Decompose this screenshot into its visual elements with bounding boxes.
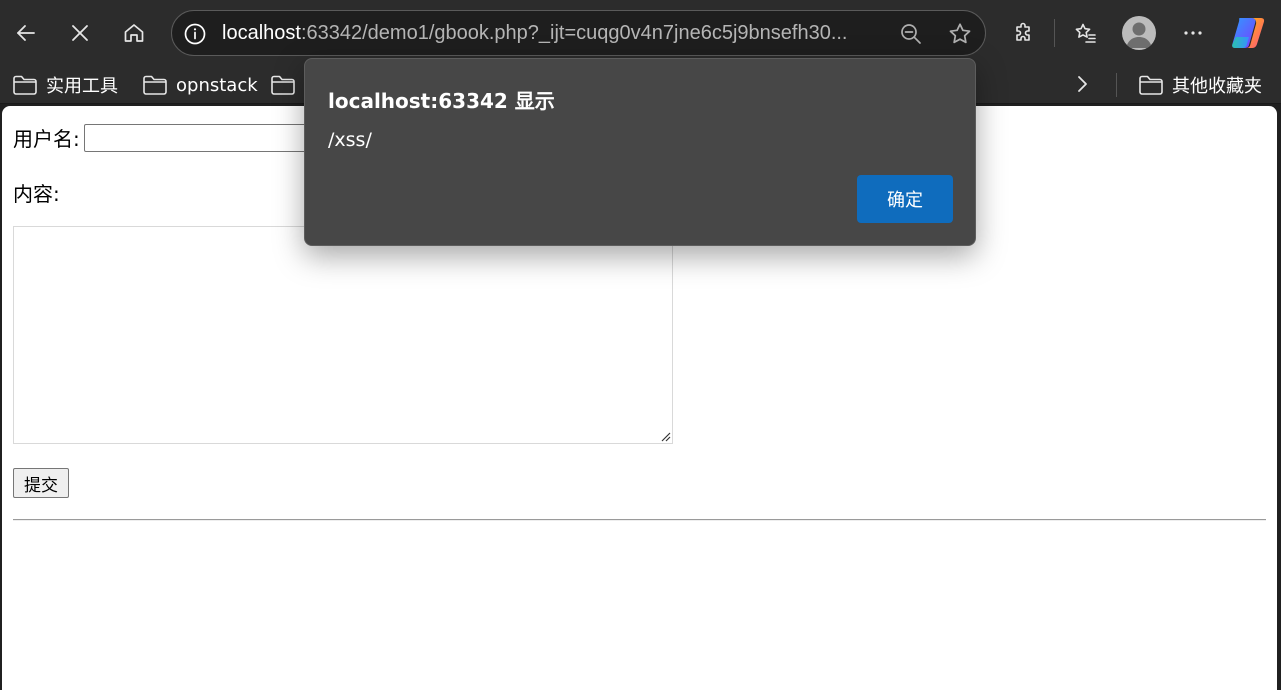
copilot-icon[interactable]: [1230, 15, 1268, 51]
content-textarea[interactable]: [13, 226, 673, 444]
content-label: 内容:: [13, 182, 60, 206]
browser-toolbar: localhost:63342/demo1/gbook.php?_ijt=cuq…: [0, 0, 1281, 66]
back-arrow-icon: [17, 25, 35, 41]
favorites-icon: [1075, 23, 1096, 43]
url-text[interactable]: localhost:63342/demo1/gbook.php?_ijt=cuq…: [222, 22, 882, 45]
folder-icon: [143, 75, 167, 95]
star-icon[interactable]: [947, 21, 973, 51]
favorites-button[interactable]: [1066, 13, 1106, 53]
folder-icon: [13, 75, 37, 95]
bookmark-folder[interactable]: 实用工具: [12, 71, 118, 99]
url-path: :63342/demo1/gbook.php?_ijt=cuqg0v4n7jne…: [300, 22, 848, 44]
other-favorites-folder[interactable]: 其他收藏夹: [1138, 71, 1262, 99]
toolbar-divider: [1054, 19, 1055, 47]
back-button[interactable]: [6, 13, 46, 53]
info-icon[interactable]: [182, 21, 208, 47]
divider: [13, 519, 1266, 521]
bookmarks-divider: [1116, 73, 1117, 97]
more-icon: [1184, 31, 1202, 35]
stop-icon: [72, 25, 88, 41]
puzzle-icon: [1016, 22, 1030, 41]
more-button[interactable]: [1173, 13, 1213, 53]
bookmark-folder[interactable]: [270, 71, 304, 99]
ok-button[interactable]: 确定: [857, 175, 953, 223]
folder-icon: [1139, 75, 1163, 95]
dialog-title: localhost:63342 显示: [328, 89, 555, 113]
username-row: 用户名:: [13, 123, 314, 152]
username-input[interactable]: [83, 123, 314, 152]
bookmark-label: 其他收藏夹: [1172, 76, 1262, 97]
bookmark-label: opnstack: [176, 74, 258, 96]
home-icon: [124, 24, 144, 42]
home-button[interactable]: [114, 13, 154, 53]
zoom-out-icon[interactable]: [899, 22, 923, 50]
submit-button[interactable]: 提交: [13, 468, 69, 498]
avatar[interactable]: [1122, 16, 1156, 50]
extensions-button[interactable]: [1004, 13, 1044, 53]
stop-loading-button[interactable]: [60, 13, 100, 53]
dialog-message: /xss/: [328, 129, 372, 151]
url-host: localhost: [222, 22, 301, 44]
bookmark-label: 实用工具: [46, 76, 118, 97]
chevron-right-icon[interactable]: [1070, 72, 1094, 100]
address-bar[interactable]: localhost:63342/demo1/gbook.php?_ijt=cuq…: [171, 10, 986, 56]
alert-dialog: localhost:63342 显示 /xss/ 确定: [304, 58, 976, 246]
folder-icon: [271, 75, 295, 95]
username-label: 用户名:: [13, 127, 80, 151]
bookmark-folder[interactable]: opnstack: [142, 71, 258, 99]
